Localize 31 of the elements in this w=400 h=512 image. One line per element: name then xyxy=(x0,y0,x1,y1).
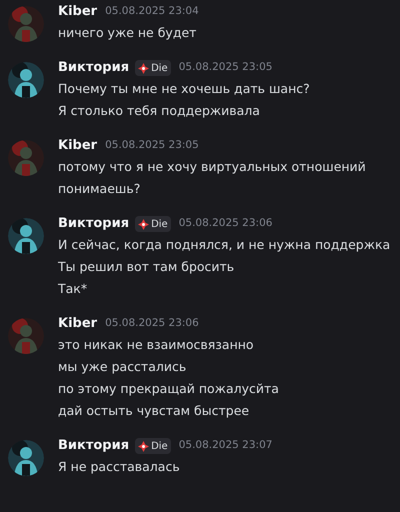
message-text: мы уже расстались xyxy=(58,358,188,376)
author-name[interactable]: Виктория xyxy=(58,58,130,78)
timestamp: 05.08.2025 23:07 xyxy=(178,438,272,454)
crosshair-icon xyxy=(138,62,150,74)
author-name[interactable]: Виктория xyxy=(58,436,130,456)
message-text: понимаешь? xyxy=(58,180,142,198)
author-name[interactable]: Kiber xyxy=(58,314,98,334)
role-badge[interactable]: Die xyxy=(135,60,171,76)
message-text: Я столько тебя поддерживала xyxy=(58,102,261,120)
message-text: это никак не взаимосвязанно xyxy=(58,336,255,354)
message-text: Так* xyxy=(58,280,88,298)
message-text: по этому прекращай пожалусйта xyxy=(58,380,279,398)
author-name[interactable]: Kiber xyxy=(58,2,98,22)
role-badge[interactable]: Die xyxy=(135,438,171,454)
author-name[interactable]: Виктория xyxy=(58,214,130,234)
message-text: Ты решил вот там бросить xyxy=(58,258,236,276)
crosshair-icon xyxy=(138,440,150,452)
message-text: дай остыть чувстам быстрее xyxy=(58,402,250,420)
message-text: Я не расставалась xyxy=(58,458,181,476)
message-text: потому что я не хочу виртуальных отношений xyxy=(58,158,366,176)
message-text: И сейчас, когда поднялся, и не нужна поддержка xyxy=(58,236,390,254)
author-name[interactable]: Kiber xyxy=(58,136,98,156)
timestamp: 05.08.2025 23:05 xyxy=(178,60,272,76)
role-badge[interactable]: Die xyxy=(135,216,171,232)
timestamp: 05.08.2025 23:06 xyxy=(105,316,199,332)
timestamp: 05.08.2025 23:06 xyxy=(178,216,272,232)
timestamp: 05.08.2025 23:04 xyxy=(105,4,199,20)
message-text: ничего уже не будет xyxy=(58,24,198,42)
message-text: Почему ты мне не хочешь дать шанс? xyxy=(58,80,310,98)
crosshair-icon xyxy=(138,218,150,230)
timestamp: 05.08.2025 23:05 xyxy=(105,138,199,154)
